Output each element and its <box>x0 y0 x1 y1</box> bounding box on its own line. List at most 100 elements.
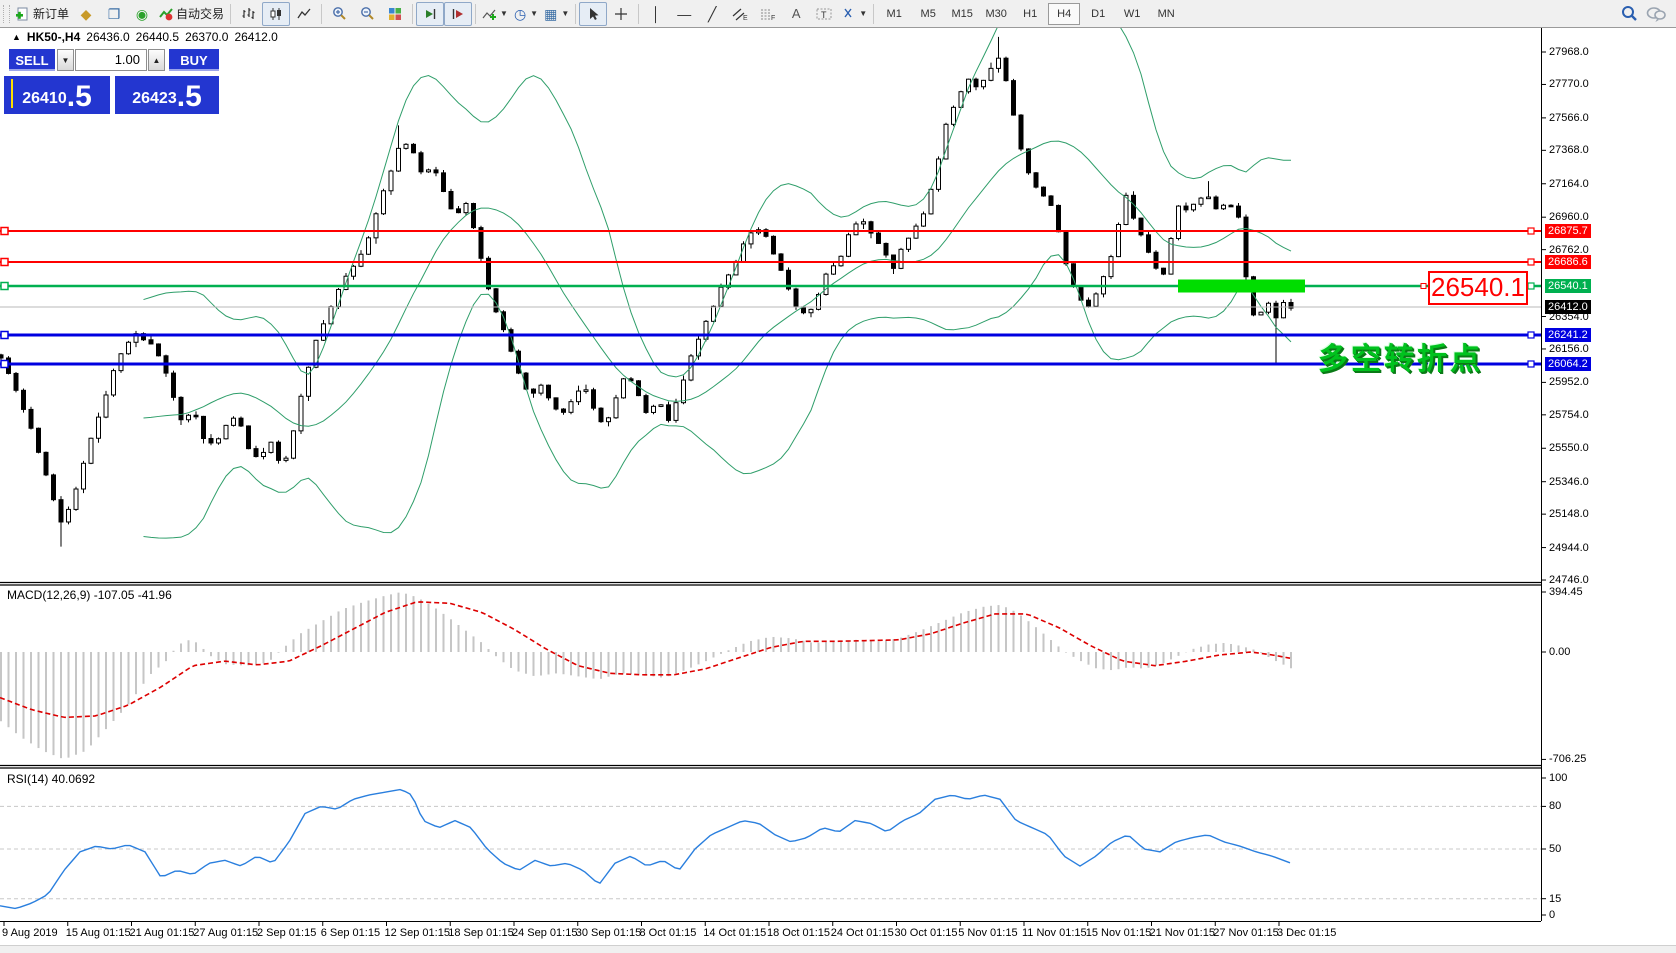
panel-separator[interactable] <box>0 581 1541 582</box>
chart-canvas[interactable] <box>0 0 1676 953</box>
sell-button[interactable]: SELL <box>9 49 55 71</box>
macd-axis-tick: -706.25 <box>1549 753 1586 766</box>
tf-button-M5[interactable]: M5 <box>912 3 944 25</box>
line-price-label: 26540.1 <box>1545 279 1591 293</box>
cursor-button[interactable] <box>579 2 607 26</box>
new-order-label: 新订单 <box>33 5 69 22</box>
status-strip <box>0 945 1676 953</box>
styles-icon: ◆ <box>81 7 92 21</box>
price-tick: 24944.0 <box>1549 542 1589 555</box>
collapse-icon[interactable]: ▲ <box>12 32 21 42</box>
tf-button-M15[interactable]: M15 <box>946 3 978 25</box>
highlight-zone-rect[interactable] <box>1178 280 1305 293</box>
line-price-label: 26064.2 <box>1545 357 1591 371</box>
line-handle[interactable] <box>1528 259 1534 265</box>
fibonacci-tool[interactable]: F <box>754 2 782 26</box>
line-handle[interactable] <box>1528 228 1534 234</box>
search-icon[interactable] <box>1621 5 1638 22</box>
timeframe-toolbar: M1M5M15M30H1H4D1W1MN <box>877 3 1183 25</box>
tf-button-MN[interactable]: MN <box>1150 3 1182 25</box>
label-anchor-handle[interactable] <box>1421 284 1426 289</box>
bull-bear-turning-point-annotation[interactable]: 多空转折点 <box>1318 334 1483 378</box>
toolbar-grip[interactable] <box>3 5 10 23</box>
price-tick: 27968.0 <box>1549 46 1589 59</box>
signals-button[interactable]: ◉ <box>128 2 156 26</box>
trendline-tool[interactable]: ╱ <box>698 2 726 26</box>
horizontal-line-tool[interactable]: — <box>670 2 698 26</box>
styles-button[interactable]: ◆ <box>72 2 100 26</box>
buy-price-button[interactable]: 26423.5 <box>115 76 219 114</box>
periods-button[interactable]: ◷▼ <box>511 2 541 26</box>
text-tool[interactable]: A <box>782 2 810 26</box>
label-tool[interactable]: T <box>810 2 838 26</box>
auto-trading-label: 自动交易 <box>176 5 224 22</box>
tf-button-H4[interactable]: H4 <box>1048 3 1080 25</box>
line-handle[interactable] <box>1528 361 1534 367</box>
time-axis-label: 8 Oct 01:15 <box>640 927 697 939</box>
tile-windows-icon <box>388 7 402 21</box>
volume-decrease-button[interactable]: ▼ <box>57 49 74 71</box>
bar-chart-button[interactable] <box>234 2 262 26</box>
line-handle[interactable] <box>1528 283 1534 289</box>
rsi-axis-tick: 50 <box>1549 843 1561 856</box>
time-axis-label: 15 Aug 01:15 <box>66 927 131 939</box>
time-axis-label: 24 Oct 01:15 <box>831 927 894 939</box>
channel-tool[interactable]: E <box>726 2 754 26</box>
buy-button[interactable]: BUY <box>169 49 219 71</box>
vertical-line-tool[interactable]: │ <box>642 2 670 26</box>
zoom-out-button[interactable] <box>353 2 381 26</box>
indicators-button[interactable]: ▼ <box>479 2 511 26</box>
tf-button-H1[interactable]: H1 <box>1014 3 1046 25</box>
line-handle[interactable] <box>1 258 8 265</box>
volume-increase-button[interactable]: ▲ <box>148 49 165 71</box>
sell-price-button[interactable]: 26410.5 <box>4 76 110 114</box>
window-icon: ❐ <box>108 7 121 21</box>
zoom-in-button[interactable] <box>325 2 353 26</box>
price-tick: 25952.0 <box>1549 376 1589 389</box>
time-axis-label: 18 Oct 01:15 <box>767 927 830 939</box>
label-icon: T <box>816 7 832 21</box>
line-chart-icon <box>297 7 311 21</box>
line-handle[interactable] <box>1528 332 1534 338</box>
chart-shift-button[interactable] <box>444 2 472 26</box>
tf-button-W1[interactable]: W1 <box>1116 3 1148 25</box>
time-axis-label: 15 Nov 01:15 <box>1086 927 1151 939</box>
buy-price-frac: .5 <box>177 82 202 112</box>
tf-button-D1[interactable]: D1 <box>1082 3 1114 25</box>
market-watch-button[interactable]: ❐ <box>100 2 128 26</box>
crosshair-button[interactable] <box>607 2 635 26</box>
templates-button[interactable]: ▦▼ <box>541 2 572 26</box>
chat-icon[interactable] <box>1646 6 1666 22</box>
auto-trading-button[interactable]: 自动交易 <box>156 2 227 26</box>
quote-high: 26440.5 <box>136 30 179 44</box>
spread-marker <box>11 79 13 108</box>
horizontal-line-icon: — <box>677 7 691 21</box>
broadcast-icon: ◉ <box>136 7 148 21</box>
panel-separator[interactable] <box>0 764 1541 765</box>
line-chart-button[interactable] <box>290 2 318 26</box>
zoom-out-icon <box>360 6 375 21</box>
new-order-button[interactable]: 新订单 <box>13 2 72 26</box>
volume-input[interactable]: 1.00 <box>75 49 147 71</box>
arrows-tool[interactable]: ▼ <box>838 2 870 26</box>
price-tick: 25346.0 <box>1549 476 1589 489</box>
time-axis-label: 21 Nov 01:15 <box>1150 927 1215 939</box>
price-tick: 27770.0 <box>1549 78 1589 91</box>
line-handle[interactable] <box>1 283 8 290</box>
line-handle[interactable] <box>1 228 8 235</box>
rsi-axis-tick: 80 <box>1549 800 1561 813</box>
tile-windows-button[interactable] <box>381 2 409 26</box>
auto-scroll-button[interactable] <box>416 2 444 26</box>
price-tick: 26156.0 <box>1549 343 1589 356</box>
time-axis-label: 14 Oct 01:15 <box>703 927 766 939</box>
tf-button-M30[interactable]: M30 <box>980 3 1012 25</box>
line-handle[interactable] <box>1 331 8 338</box>
tf-button-M1[interactable]: M1 <box>878 3 910 25</box>
line-handle[interactable] <box>1 360 8 367</box>
sell-price-frac: .5 <box>67 82 92 112</box>
price-level-label-box[interactable]: 26540.1 <box>1428 271 1528 305</box>
macd-label: MACD(12,26,9) -107.05 -41.96 <box>7 588 172 602</box>
price-tick: 27368.0 <box>1549 144 1589 157</box>
time-axis-label: 5 Nov 01:15 <box>958 927 1017 939</box>
candlestick-chart-button[interactable] <box>262 2 290 26</box>
